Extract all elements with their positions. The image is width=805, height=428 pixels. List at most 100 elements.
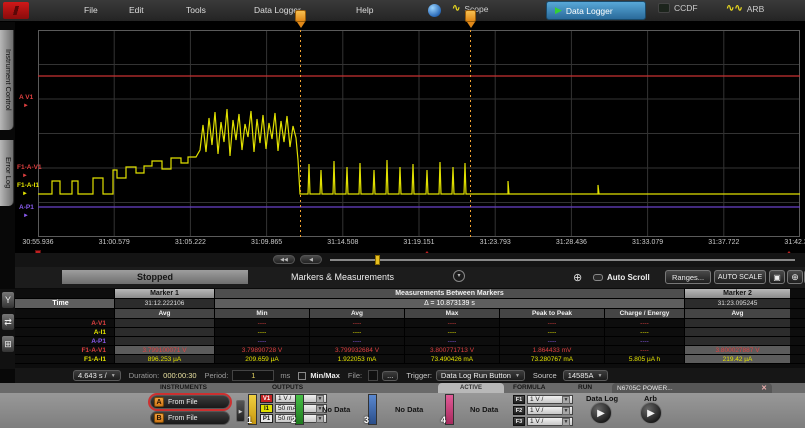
x-axis-tick: 31:42.365 — [784, 239, 805, 246]
mbm-header: Measurements Between Markers — [215, 289, 685, 298]
channel-2-no-data: No Data — [322, 405, 350, 414]
channel-2-bar[interactable] — [295, 394, 304, 425]
x-axis-tick: 31:37.722 — [708, 239, 739, 246]
auto-scale-button[interactable]: AUTO SCALE — [714, 270, 766, 284]
table-cell — [115, 319, 215, 327]
menu-tools[interactable]: Tools — [186, 5, 206, 15]
channel-3-bar[interactable] — [368, 394, 377, 425]
crosshair-icon[interactable]: ⊕ — [573, 271, 582, 284]
sidebar-tab-instrument-control[interactable]: Instrument Control — [0, 30, 14, 130]
table-row: F1-A-V13.799100071 V3.79890728 V3.799932… — [15, 346, 805, 355]
marker-2-handle[interactable] — [465, 10, 476, 22]
zoom-region-icon[interactable]: ▣ — [769, 270, 785, 284]
trace-marker-a-v1-icon[interactable]: ► — [23, 103, 29, 109]
file-browse-button[interactable]: ... — [382, 371, 398, 381]
trace-label-a-p1[interactable]: A-P1 — [19, 204, 34, 211]
zoom-in-icon[interactable]: ⊕ — [787, 270, 803, 284]
chevron-down-icon: ▼ — [515, 373, 520, 379]
trace-marker-f1-a-v1-icon[interactable]: ► — [22, 173, 28, 179]
connection-status-icon[interactable] — [428, 4, 441, 17]
table-cell: ---- — [215, 319, 310, 327]
channel-1-i-row: I1 50 mA /▼ — [260, 404, 327, 413]
auto-scroll-checkbox[interactable] — [593, 274, 603, 281]
timescale-dropdown[interactable]: 4.643 s /▼ — [73, 370, 121, 381]
ccdf-button[interactable]: CCDF — [658, 3, 698, 13]
markers-measurements-expander[interactable]: ▾ — [453, 270, 465, 282]
menu-data-logger[interactable]: Data Logger — [254, 5, 301, 15]
x-axis-tick: 31:05.222 — [175, 239, 206, 246]
from-file-a-button[interactable]: A From File — [150, 395, 230, 409]
x-axis: 30:55.93631:00.57931:05.22231:09.86531:1… — [15, 239, 805, 251]
table-cell: ---- — [605, 337, 685, 345]
close-icon[interactable]: ✕ — [761, 384, 767, 392]
trigger-dropdown[interactable]: Data Log Run Button▼ — [436, 370, 525, 381]
data-log-run-button[interactable]: ▶ — [590, 402, 612, 424]
channel-4-bar[interactable] — [445, 394, 454, 425]
channel-2-number: 2 — [291, 415, 296, 425]
scroll-back-fast-button[interactable]: ◀◀ — [273, 255, 295, 264]
instruments-expander[interactable]: ▶ — [236, 400, 245, 422]
f1-scale-dropdown[interactable]: 1 V /▼ — [527, 395, 573, 404]
marker1-header[interactable]: Marker 1 — [115, 289, 215, 298]
scroll-track[interactable] — [330, 259, 795, 261]
channel-4-number: 4 — [441, 415, 446, 425]
marker2-time: 31:23.095245 — [685, 299, 790, 308]
period-input[interactable]: 1 — [232, 370, 274, 381]
status-badge: Stopped — [62, 270, 248, 284]
from-file-b-button[interactable]: B From File — [150, 411, 230, 425]
active-tab[interactable]: ACTIVE — [438, 383, 504, 393]
row-label-a-v1[interactable]: A-V1 — [15, 319, 115, 327]
table-cell: ---- — [605, 346, 685, 354]
arb-run-button[interactable]: ▶ — [640, 402, 662, 424]
instruments-section-label: INSTRUMENTS — [160, 384, 207, 391]
table-cell: ---- — [310, 328, 405, 336]
col-header-ce: Charge / Energy — [605, 309, 685, 318]
f3-scale-value: 1 V / — [530, 418, 543, 425]
marker2-header[interactable]: Marker 2 — [685, 289, 790, 298]
row-label-a-p1[interactable]: A-P1 — [15, 337, 115, 345]
menu-file[interactable]: File — [84, 5, 98, 15]
ranges-button[interactable]: Ranges... — [665, 270, 711, 284]
table-cell: ---- — [405, 337, 500, 345]
output-b-badge: B — [154, 413, 164, 423]
trace-label-a-v1[interactable]: A V1 — [19, 94, 33, 101]
minmax-checkbox[interactable] — [298, 372, 306, 380]
menu-help[interactable]: Help — [356, 5, 373, 15]
table-cell: ---- — [405, 328, 500, 336]
marker-1-handle[interactable] — [295, 10, 306, 22]
scroll-handle[interactable] — [375, 255, 380, 265]
row-label-f1-a-v1[interactable]: F1-A-V1 — [15, 346, 115, 354]
ccdf-icon — [658, 3, 670, 13]
trace-marker-a-p1-icon[interactable]: ► — [23, 213, 29, 219]
delta-value: Δ = 10.873139 s — [215, 299, 685, 308]
table-cell: 3.800027887 V — [685, 346, 790, 354]
row-label-a-i1[interactable]: A-I1 — [15, 328, 115, 336]
menu-edit[interactable]: Edit — [129, 5, 144, 15]
trace-marker-f1-a-i1-icon[interactable]: ► — [22, 191, 28, 197]
data-logger-tab[interactable]: ▶ Data Logger — [546, 1, 646, 20]
app-window: File Edit Tools Data Logger Help ∿ Scope… — [0, 0, 805, 428]
measurements-table: Marker 1 Measurements Between Markers Ma… — [15, 289, 805, 368]
col-header-avg: Avg — [310, 309, 405, 318]
grid-view-icon[interactable]: ⊞ — [1, 335, 15, 353]
x-axis-tick: 31:00.579 — [99, 239, 130, 246]
trace-label-f1-a-i1[interactable]: F1-A-I1 — [17, 182, 39, 189]
sidebar-tab-error-log[interactable]: Error Log — [0, 140, 14, 206]
trace-label-f1-a-v1[interactable]: F1-A-V1 — [17, 164, 42, 171]
tools-icon[interactable]: Y — [1, 291, 15, 309]
source-dropdown[interactable]: 14585A▼ — [563, 370, 608, 381]
chart-plot[interactable] — [38, 30, 800, 237]
file-input[interactable] — [368, 370, 378, 381]
channel-3-number: 3 — [364, 415, 369, 425]
f2-scale-dropdown[interactable]: 1 V /▼ — [527, 406, 573, 415]
ccdf-label: CCDF — [674, 3, 698, 13]
scroll-back-button[interactable]: ◀ — [300, 255, 322, 264]
f3-scale-dropdown[interactable]: 1 V /▼ — [527, 417, 573, 426]
i1-badge: I1 — [260, 404, 273, 413]
markers-icon[interactable]: ⇄ — [1, 313, 15, 331]
arb-button[interactable]: ∿∿ ARB — [726, 3, 764, 14]
source-value: 14585A — [568, 371, 594, 380]
table-cell: 1.922053 mA — [310, 355, 405, 363]
row-label-f1-a-i1[interactable]: F1-A-I1 — [15, 355, 115, 363]
instrument-tab[interactable]: N6705C POWER... ✕ — [612, 383, 772, 393]
